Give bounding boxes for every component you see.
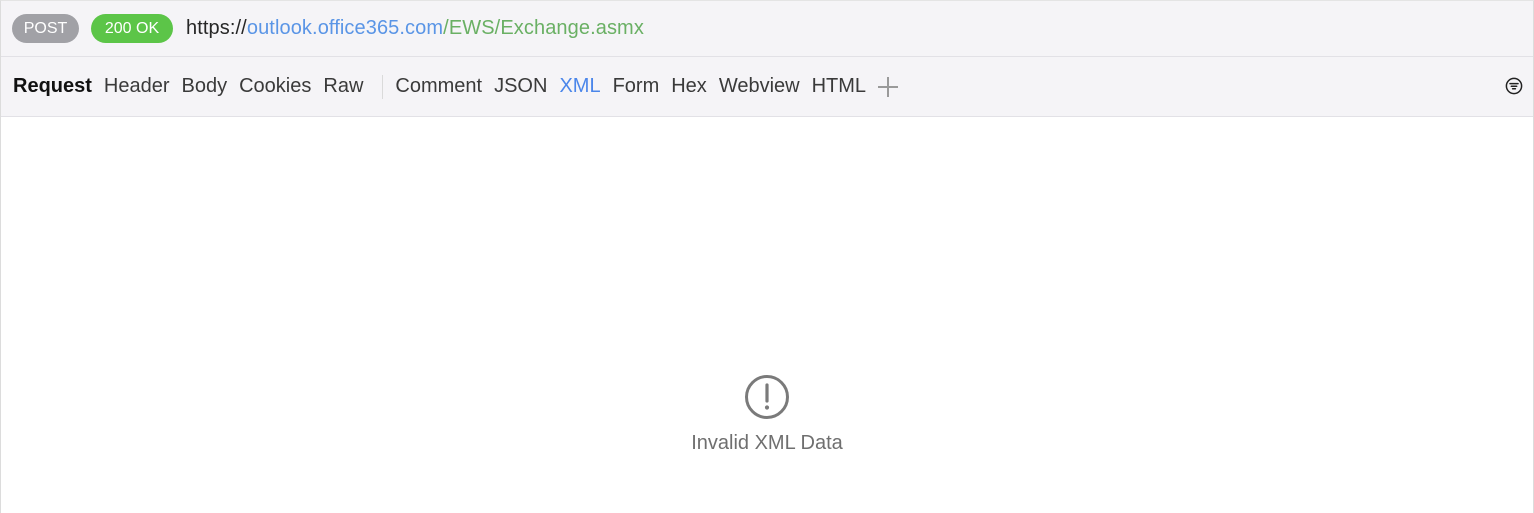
url-scheme: https:// xyxy=(186,17,247,39)
tab-hex[interactable]: Hex xyxy=(671,75,707,98)
tab-raw[interactable]: Raw xyxy=(323,75,363,98)
tab-xml[interactable]: XML xyxy=(559,75,600,98)
request-url[interactable]: https://outlook.office365.com/EWS/Exchan… xyxy=(186,17,644,40)
method-badge: POST xyxy=(12,14,79,43)
tab-request-title: Request xyxy=(13,75,92,97)
empty-state: Invalid XML Data xyxy=(1,374,1533,455)
request-panel: POST 200 OK https://outlook.office365.co… xyxy=(0,0,1534,513)
tab-html[interactable]: HTML xyxy=(812,75,866,98)
tab-comment[interactable]: Comment xyxy=(395,75,482,98)
tab-webview[interactable]: Webview xyxy=(719,75,800,98)
status-badge: 200 OK xyxy=(91,14,173,43)
url-path: /EWS/Exchange.asmx xyxy=(443,17,644,39)
add-tab-plus-icon[interactable] xyxy=(877,76,899,98)
tab-json[interactable]: JSON xyxy=(494,75,547,98)
exclamation-circle-icon xyxy=(744,374,790,420)
url-bar: POST 200 OK https://outlook.office365.co… xyxy=(1,1,1533,57)
tab-bar: Request Header Body Cookies Raw Comment … xyxy=(1,57,1533,117)
tab-cookies[interactable]: Cookies xyxy=(239,75,311,98)
tab-form[interactable]: Form xyxy=(613,75,660,98)
invalid-data-message: Invalid XML Data xyxy=(691,432,843,454)
filter-icon[interactable] xyxy=(1505,77,1523,95)
tab-body[interactable]: Body xyxy=(182,75,228,98)
tab-divider xyxy=(382,74,384,99)
xml-view-content: Invalid XML Data xyxy=(1,117,1533,513)
tab-header[interactable]: Header xyxy=(104,75,170,98)
url-host: outlook.office365.com xyxy=(246,17,444,39)
